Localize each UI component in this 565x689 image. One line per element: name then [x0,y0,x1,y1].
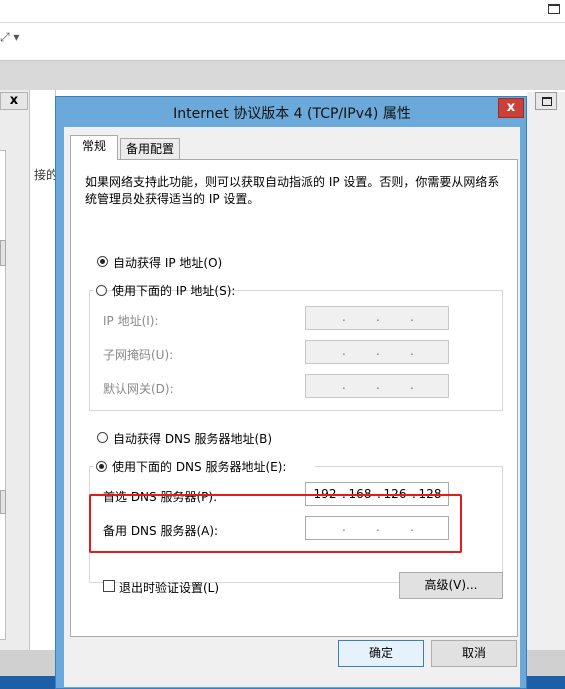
validate-checkbox[interactable] [103,580,115,592]
tab-general[interactable]: 常规 [70,135,118,160]
auto-ip-label[interactable]: 自动获得 IP 地址(O) [113,254,222,271]
default-gateway-label: 默认网关(D): [103,382,174,396]
advanced-button[interactable]: 高级(V)... [399,572,503,599]
dialog-client-area: 备用配置 常规 如果网络支持此功能，则可以获取自动指派的 IP 设置。否则，你需… [64,127,520,687]
expand-icon[interactable]: ⤢ ▾ [0,30,19,45]
manual-dns-header: 使用下面的 DNS 服务器地址(E): [93,456,315,474]
background-left-button-2[interactable] [0,490,6,514]
manual-dns-label[interactable]: 使用下面的 DNS 服务器地址(E): [112,458,286,475]
ok-button[interactable]: 确定 [338,640,424,667]
background-close-button[interactable]: x [0,92,28,110]
background-separator [0,22,565,23]
dialog-title: Internet 协议版本 4 (TCP/IPv4) 属性 [173,106,411,122]
background-restore-button[interactable] [535,92,557,110]
manual-ip-header: 使用下面的 IP 地址(S): [93,280,235,298]
close-button[interactable]: x [498,98,524,118]
background-left-panel [0,150,6,640]
background-right-pane [527,92,565,689]
ip-address-field[interactable]: ... [305,306,449,330]
auto-dns-radio[interactable] [97,432,108,443]
subnet-mask-label: 子网掩码(U): [103,348,174,362]
background-left-button[interactable] [0,240,6,266]
manual-dns-radio[interactable] [96,461,107,472]
manual-ip-label[interactable]: 使用下面的 IP 地址(S): [112,282,235,299]
general-tab-panel: 如果网络支持此功能，则可以获取自动指派的 IP 设置。否则，你需要从网络系统管理… [70,159,518,637]
ip-address-label: IP 地址(I): [103,314,159,328]
manual-ip-radio[interactable] [96,285,107,296]
highlight-annotation [89,494,462,553]
auto-ip-radio[interactable] [97,256,108,267]
description-text: 如果网络支持此功能，则可以获取自动指派的 IP 设置。否则，你需要从网络系统管理… [85,175,500,206]
background-ribbon [0,60,565,90]
maximize-icon[interactable] [548,4,560,14]
tcpip-properties-dialog: Internet 协议版本 4 (TCP/IPv4) 属性 x 备用配置 常规 … [55,96,527,689]
subnet-mask-field[interactable]: ... [305,340,449,364]
auto-dns-label[interactable]: 自动获得 DNS 服务器地址(B) [113,430,272,447]
background-window-top [0,0,565,60]
validate-label[interactable]: 退出时验证设置(L) [119,579,219,596]
tab-alternate-configuration[interactable]: 备用配置 [120,138,180,160]
default-gateway-field[interactable]: ... [305,374,449,398]
cancel-button[interactable]: 取消 [431,640,517,667]
